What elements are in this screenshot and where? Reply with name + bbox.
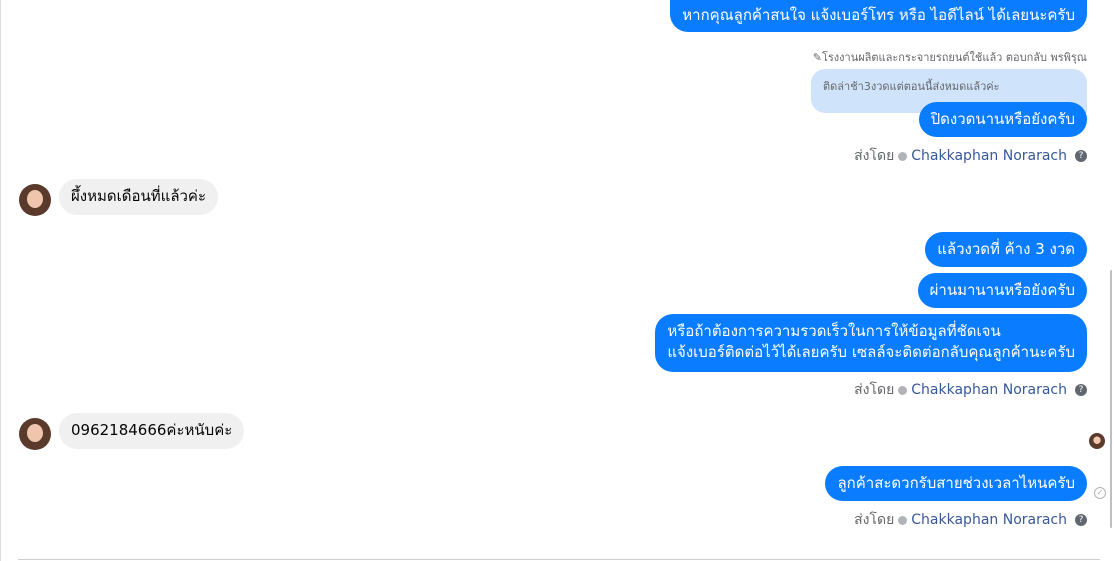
verified-icon — [898, 515, 908, 525]
left-border — [0, 0, 1, 561]
help-icon[interactable]: ? — [1075, 150, 1087, 162]
avatar[interactable] — [19, 184, 51, 216]
verified-icon — [898, 151, 908, 161]
scrollbar[interactable] — [1109, 0, 1114, 561]
incoming-message[interactable]: ผึ้งหมดเดือนที่แล้วค่ะ — [59, 179, 219, 215]
avatar[interactable] — [19, 418, 51, 450]
sent-by-label: ส่งโดย — [854, 512, 895, 528]
outgoing-message[interactable]: หรือถ้าต้องการความรวดเร็วในการให้ข้อมูลท… — [655, 314, 1087, 372]
sender-name[interactable]: Chakkaphan Norarach — [911, 382, 1067, 398]
sent-by-label: ส่งโดย — [854, 148, 895, 164]
help-icon[interactable]: ? — [1075, 384, 1087, 396]
scrollbar-thumb[interactable] — [1110, 270, 1112, 528]
sent-check-icon: ✓ — [1094, 487, 1106, 499]
outgoing-message[interactable]: ลูกค้าสะดวกรับสายช่วงเวลาไหนครับ — [825, 466, 1087, 501]
verified-icon — [898, 385, 908, 395]
sender-name[interactable]: Chakkaphan Norarach — [911, 148, 1067, 164]
sent-by-line: ส่งโดย Chakkaphan Norarach ? — [854, 145, 1087, 167]
message-line: หรือถ้าต้องการความรวดเร็วในการให้ข้อมูลท… — [667, 322, 1001, 340]
sent-by-label: ส่งโดย — [854, 382, 895, 398]
message-line: แจ้งเบอร์ติดต่อไว้ได้เลยครับ เซลล์จะติดต… — [667, 343, 1075, 361]
composer-divider — [18, 559, 1100, 560]
outgoing-message[interactable]: ปิดงวดนานหรือยังครับ — [918, 102, 1087, 137]
sender-name[interactable]: Chakkaphan Norarach — [911, 512, 1067, 528]
reply-context-text: โรงงานผลิตและกระจายรถยนต์ใช้แล้ว ตอบกลับ… — [821, 51, 1087, 64]
outgoing-message[interactable]: ผ่านมานานหรือยังครับ — [917, 273, 1087, 308]
seen-avatar — [1089, 433, 1105, 449]
sent-by-line: ส่งโดย Chakkaphan Norarach ? — [854, 509, 1087, 531]
sent-by-line: ส่งโดย Chakkaphan Norarach ? — [854, 379, 1087, 401]
help-icon[interactable]: ? — [1075, 514, 1087, 526]
outgoing-message[interactable]: หากคุณลูกค้าสนใจ แจ้งเบอร์โทร หรือ ไอดีไ… — [670, 0, 1087, 32]
reply-icon: ✎ — [812, 51, 822, 64]
outgoing-message[interactable]: แล้วงวดที่ ค้าง 3 งวด — [925, 232, 1087, 267]
incoming-message[interactable]: 0962184666ค่ะหนับค่ะ — [59, 413, 245, 449]
reply-context: ✎โรงงานผลิตและกระจายรถยนต์ใช้แล้ว ตอบกลั… — [813, 48, 1087, 66]
